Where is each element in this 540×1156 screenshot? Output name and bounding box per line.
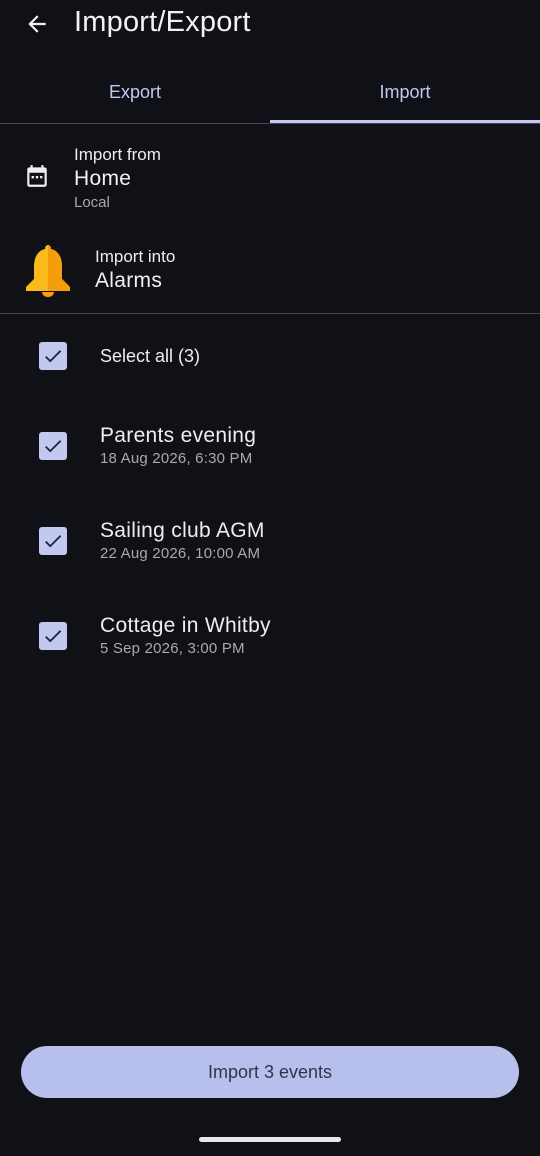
gesture-navigation-bar[interactable] — [199, 1137, 341, 1142]
calendar-icon — [27, 165, 47, 187]
import-into-name: Alarms — [95, 268, 163, 292]
event-datetime: 22 Aug 2026, 10:00 AM — [100, 545, 261, 562]
list-divider — [0, 313, 540, 314]
event-datetime: 18 Aug 2026, 6:30 PM — [100, 450, 253, 467]
arrow-back-icon — [28, 15, 46, 33]
tab-import[interactable]: Import — [270, 62, 540, 124]
select-all-checkbox[interactable] — [39, 342, 67, 370]
tab-bar: Export Import — [0, 62, 540, 124]
checkmark-icon — [45, 440, 62, 453]
select-all-label: Select all (3) — [100, 346, 201, 366]
checkmark-icon — [45, 535, 62, 548]
bell-icon — [26, 245, 70, 297]
tabs-divider — [0, 123, 540, 124]
event-checkbox[interactable] — [39, 432, 67, 460]
back-button[interactable] — [14, 4, 60, 44]
event-title: Sailing club AGM — [100, 519, 265, 542]
tab-export[interactable]: Export — [0, 62, 270, 122]
event-checkbox[interactable] — [39, 622, 67, 650]
event-title: Parents evening — [100, 424, 257, 447]
import-from-heading: Import from — [74, 145, 161, 164]
import-from-sub: Local — [74, 193, 110, 211]
list-item[interactable]: Parents evening 18 Aug 2026, 6:30 PM — [0, 420, 540, 476]
import-from-name: Home — [74, 166, 132, 190]
event-title: Cottage in Whitby — [100, 614, 271, 637]
select-all-row[interactable]: Select all (3) — [0, 336, 540, 376]
import-from-row[interactable]: Import from Home Local — [0, 136, 540, 216]
event-checkbox[interactable] — [39, 527, 67, 555]
list-item[interactable]: Cottage in Whitby 5 Sep 2026, 3:00 PM — [0, 610, 540, 666]
top-app-bar: Import/Export — [0, 0, 540, 50]
page-title: Import/Export — [74, 6, 251, 38]
import-into-heading: Import into — [95, 247, 176, 266]
import-export-screen: Import/Export Export Import Import from … — [0, 0, 540, 1156]
event-datetime: 5 Sep 2026, 3:00 PM — [100, 640, 245, 657]
checkmark-icon — [45, 350, 62, 363]
list-item[interactable]: Sailing club AGM 22 Aug 2026, 10:00 AM — [0, 515, 540, 571]
checkmark-icon — [45, 630, 62, 643]
import-events-button[interactable]: Import 3 events — [21, 1046, 519, 1098]
import-into-row[interactable]: Import into Alarms — [0, 238, 540, 304]
